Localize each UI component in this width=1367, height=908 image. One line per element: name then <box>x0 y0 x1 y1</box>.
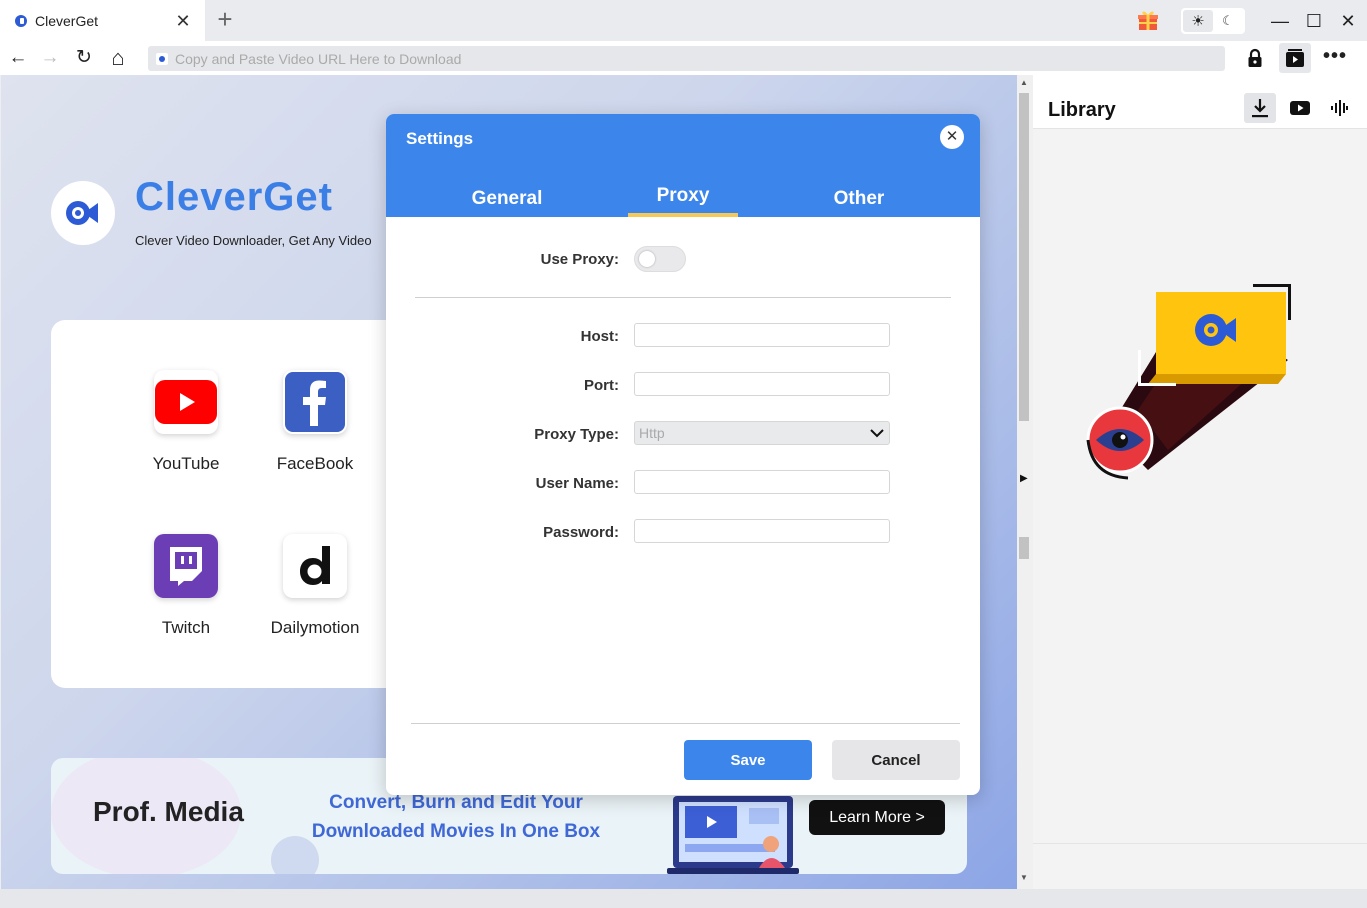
cleverget-favicon-icon <box>15 14 27 27</box>
url-bar[interactable]: Copy and Paste Video URL Here to Downloa… <box>148 46 1225 71</box>
site-label: FaceBook <box>276 454 354 473</box>
settings-title: Settings <box>406 129 474 148</box>
cleverget-logo-icon <box>66 201 98 225</box>
collapse-panel-icon[interactable]: ▶ <box>1020 473 1028 484</box>
user-name-label: User Name: <box>535 475 619 492</box>
status-bar <box>0 889 1367 908</box>
youtube-icon <box>154 370 218 434</box>
site-label: YouTube <box>152 454 220 473</box>
learn-more-button[interactable]: Learn More > <box>809 800 945 835</box>
toggle-knob <box>639 251 655 267</box>
back-button[interactable]: ← <box>6 46 30 70</box>
scrollbar-thumb-lower[interactable] <box>1019 537 1029 559</box>
window-close-button[interactable]: ✕ <box>1336 9 1360 33</box>
navigation-bar: ← → ↻ ⌂ Copy and Paste Video URL Here to… <box>0 41 1367 75</box>
reload-button[interactable]: ↻ <box>72 46 96 70</box>
proxy-type-select[interactable]: Http <box>634 421 890 445</box>
library-downloads-button[interactable] <box>1244 93 1276 123</box>
twitch-icon <box>154 534 218 598</box>
banner-brand: Prof. Media <box>93 796 244 827</box>
password-label: Password: <box>543 524 619 541</box>
cleverget-logo <box>51 181 115 245</box>
video-download-button[interactable] <box>1279 43 1311 73</box>
active-tab-indicator <box>628 213 738 217</box>
brand-tagline: Clever Video Downloader, Get Any Video <box>135 233 372 248</box>
tab-title: CleverGet <box>35 12 99 29</box>
minimize-button[interactable]: — <box>1268 9 1292 33</box>
forward-button[interactable]: → <box>38 46 62 70</box>
settings-header: Settings ✕ General Proxy Other <box>386 114 980 217</box>
library-title: Library <box>1048 99 1116 121</box>
port-input[interactable] <box>634 372 890 396</box>
tab-proxy[interactable]: Proxy <box>628 185 738 207</box>
host-label: Host: <box>580 328 619 345</box>
site-facebook[interactable]: FaceBook <box>250 370 380 474</box>
gift-icon[interactable] <box>1137 9 1159 31</box>
panel-splitter[interactable]: ▲ ▶ ▼ <box>1017 75 1033 889</box>
audio-waveform-icon <box>1331 100 1348 116</box>
tab-general[interactable]: General <box>452 188 562 210</box>
scroll-up-icon[interactable]: ▲ <box>1020 78 1028 87</box>
tab-close-icon[interactable]: ✕ <box>173 11 193 31</box>
moon-icon[interactable]: ☾ <box>1213 13 1243 29</box>
site-label: Twitch <box>161 618 211 637</box>
library-audio-button[interactable] <box>1323 93 1355 123</box>
url-placeholder[interactable]: Copy and Paste Video URL Here to Downloa… <box>175 51 461 67</box>
library-videos-button[interactable] <box>1284 93 1316 123</box>
save-button[interactable]: Save <box>684 740 812 780</box>
video-icon <box>1290 101 1310 115</box>
banner-text: Convert, Burn and Edit Your Downloaded M… <box>311 792 601 842</box>
lock-icon[interactable] <box>1243 46 1267 70</box>
tab-bar: CleverGet ✕ + ☀ ☾ — ☐ ✕ <box>0 0 1367 41</box>
use-proxy-label: Use Proxy: <box>540 251 619 268</box>
tab-other[interactable]: Other <box>804 188 914 210</box>
site-youtube[interactable]: YouTube <box>121 370 251 474</box>
proxy-type-label: Proxy Type: <box>534 426 619 443</box>
library-empty-illustration-icon <box>1086 284 1291 480</box>
theme-switch[interactable]: ☀ ☾ <box>1181 8 1245 34</box>
use-proxy-toggle[interactable] <box>634 246 686 272</box>
site-twitch[interactable]: Twitch <box>121 534 251 638</box>
browser-tab[interactable]: CleverGet ✕ <box>0 0 205 41</box>
site-dailymotion[interactable]: Dailymotion <box>250 534 380 638</box>
site-label: Dailymotion <box>270 618 360 637</box>
library-header: Library <box>1033 75 1367 129</box>
cancel-button[interactable]: Cancel <box>832 740 960 780</box>
dailymotion-icon <box>283 534 347 598</box>
maximize-button[interactable]: ☐ <box>1302 9 1326 33</box>
more-menu-button[interactable]: ••• <box>1322 46 1348 70</box>
settings-close-button[interactable]: ✕ <box>940 125 964 149</box>
home-button[interactable]: ⌂ <box>106 46 130 70</box>
host-input[interactable] <box>634 323 890 347</box>
user-name-input[interactable] <box>634 470 890 494</box>
password-input[interactable] <box>634 519 890 543</box>
download-icon <box>1252 99 1268 118</box>
settings-dialog: Settings ✕ General Proxy Other Use Proxy… <box>386 114 980 795</box>
laptop-illustration-icon <box>667 796 799 874</box>
site-favicon-icon <box>156 52 168 65</box>
chevron-down-icon <box>870 429 884 438</box>
scrollbar-thumb[interactable] <box>1019 93 1029 421</box>
port-label: Port: <box>584 377 619 394</box>
scroll-down-icon[interactable]: ▼ <box>1020 873 1028 882</box>
library-panel: Library <box>1033 75 1367 889</box>
new-tab-button[interactable]: + <box>213 6 237 32</box>
facebook-icon <box>283 370 347 434</box>
sun-icon[interactable]: ☀ <box>1183 10 1213 32</box>
video-download-icon <box>1286 49 1304 67</box>
brand-name: CleverGet <box>135 175 333 219</box>
proxy-type-value: Http <box>639 425 665 441</box>
